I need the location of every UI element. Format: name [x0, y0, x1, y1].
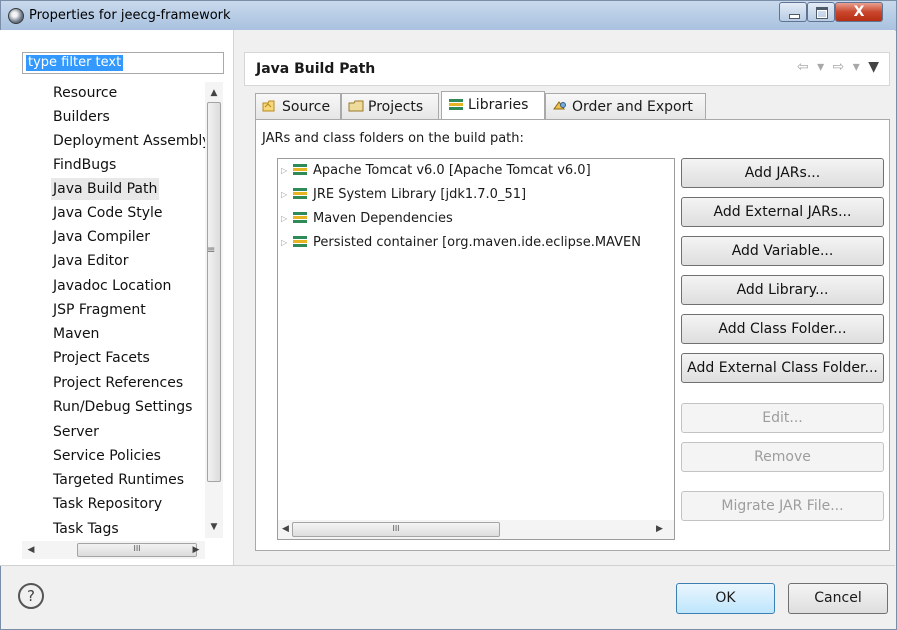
expand-arrow-icon[interactable]: ▷: [281, 232, 287, 254]
add-variable-button[interactable]: Add Variable...: [681, 236, 884, 266]
history-nav[interactable]: ⇦ ▾ ⇨ ▾ ▼: [797, 59, 881, 75]
expand-arrow-icon[interactable]: ▷: [281, 160, 287, 182]
close-icon: X: [853, 4, 865, 20]
add-class-folder-button[interactable]: Add Class Folder...: [681, 314, 884, 344]
add-external-class-folder-button[interactable]: Add External Class Folder...: [681, 353, 884, 383]
scroll-down-arrow-icon[interactable]: ▼: [205, 518, 223, 536]
edit-button[interactable]: Edit...: [681, 403, 884, 433]
tree-item-service-policies[interactable]: Service Policies: [53, 445, 161, 467]
page-header: Java Build Path ⇦ ▾ ⇨ ▾ ▼: [244, 52, 890, 86]
libraries-icon: [448, 93, 464, 110]
property-page-tree: Resource Builders Deployment Assembly Fi…: [22, 82, 205, 538]
forward-dropdown-icon[interactable]: ▾: [853, 59, 862, 75]
maximize-button[interactable]: [807, 2, 835, 22]
library-label: JRE System Library [jdk1.7.0_51]: [313, 187, 527, 202]
tree-item-findbugs[interactable]: FindBugs: [53, 154, 116, 176]
scroll-right-arrow-icon[interactable]: ▶: [656, 520, 663, 539]
add-external-jars-button[interactable]: Add External JARs...: [681, 197, 884, 227]
tree-item-java-editor[interactable]: Java Editor: [53, 250, 128, 272]
library-icon: [292, 185, 308, 199]
source-folder-icon: [262, 95, 278, 112]
tree-item-java-build-path[interactable]: Java Build Path: [51, 178, 160, 200]
library-entry[interactable]: ▷ Maven Dependencies: [281, 208, 453, 230]
tree-item-project-references[interactable]: Project References: [53, 372, 183, 394]
eclipse-app-icon: [8, 8, 24, 24]
add-library-button[interactable]: Add Library...: [681, 275, 884, 305]
tree-item-javadoc-location[interactable]: Javadoc Location: [53, 275, 171, 297]
library-entry[interactable]: ▷ Persisted container [org.maven.ide.ecl…: [281, 232, 641, 254]
tree-item-java-code-style[interactable]: Java Code Style: [53, 202, 162, 224]
tab-order-and-export[interactable]: Order and Export: [545, 93, 706, 119]
footer-divider: [0, 565, 895, 566]
view-menu-icon[interactable]: ▼: [868, 59, 881, 75]
minimize-button[interactable]: [779, 2, 807, 22]
scroll-grip-icon: ≡: [207, 245, 216, 256]
cancel-button[interactable]: Cancel: [788, 583, 888, 614]
scroll-left-arrow-icon[interactable]: ◀: [22, 541, 40, 559]
library-icon: [292, 209, 308, 223]
tree-item-server[interactable]: Server: [53, 421, 99, 443]
library-label: Maven Dependencies: [313, 211, 453, 226]
maximize-icon: [816, 7, 828, 19]
forward-arrow-icon[interactable]: ⇨: [833, 59, 847, 75]
library-icon: [292, 161, 308, 175]
tab-libraries-label: Libraries: [468, 97, 529, 113]
projects-icon: [348, 95, 364, 112]
minimize-icon: [789, 14, 800, 19]
hscroll-thumb[interactable]: III: [292, 522, 500, 537]
libraries-horizontal-scrollbar[interactable]: ◀ III ▶: [278, 520, 674, 539]
help-icon[interactable]: ?: [18, 583, 44, 609]
filter-input-text: type filter text: [26, 55, 124, 71]
tree-item-jsp-fragment[interactable]: JSP Fragment: [53, 299, 146, 321]
title-bar[interactable]: Properties for jeecg-framework X: [1, 1, 896, 31]
library-entry[interactable]: ▷ Apache Tomcat v6.0 [Apache Tomcat v6.0…: [281, 160, 591, 182]
tree-horizontal-scrollbar[interactable]: ◀ III ▶: [22, 541, 205, 559]
tree-item-run-debug-settings[interactable]: Run/Debug Settings: [53, 396, 192, 418]
tab-order-export-label: Order and Export: [572, 99, 693, 115]
library-label: Apache Tomcat v6.0 [Apache Tomcat v6.0]: [313, 163, 591, 178]
tree-item-java-compiler[interactable]: Java Compiler: [53, 226, 150, 248]
close-button[interactable]: X: [835, 2, 883, 22]
library-icon: [292, 233, 308, 247]
hscroll-thumb[interactable]: III: [77, 543, 197, 557]
expand-arrow-icon[interactable]: ▷: [281, 184, 287, 206]
back-arrow-icon[interactable]: ⇦: [797, 59, 811, 75]
remove-button[interactable]: Remove: [681, 442, 884, 472]
filter-input[interactable]: type filter text: [22, 52, 224, 74]
library-entry[interactable]: ▷ JRE System Library [jdk1.7.0_51]: [281, 184, 527, 206]
expand-arrow-icon[interactable]: ▷: [281, 208, 287, 230]
migrate-jar-button[interactable]: Migrate JAR File...: [681, 491, 884, 521]
tree-item-task-repository[interactable]: Task Repository: [53, 493, 162, 515]
ok-button[interactable]: OK: [676, 583, 775, 614]
tree-item-project-facets[interactable]: Project Facets: [53, 347, 150, 369]
tree-vertical-scrollbar[interactable]: ▲ ≡ ▼: [205, 82, 223, 538]
tree-item-resource[interactable]: Resource: [53, 82, 117, 104]
page-title: Java Build Path: [256, 61, 376, 77]
tab-projects[interactable]: Projects: [341, 93, 439, 119]
tree-item-targeted-runtimes[interactable]: Targeted Runtimes: [53, 469, 184, 491]
tree-item-deployment-assembly[interactable]: Deployment Assembly: [53, 130, 205, 152]
tab-libraries[interactable]: Libraries: [441, 91, 545, 119]
add-jars-button[interactable]: Add JARs...: [681, 158, 884, 188]
build-path-caption: JARs and class folders on the build path…: [262, 131, 524, 146]
tree-item-builders[interactable]: Builders: [53, 106, 110, 128]
scroll-left-arrow-icon[interactable]: ◀: [282, 520, 289, 539]
library-label: Persisted container [org.maven.ide.eclip…: [313, 235, 641, 250]
scroll-thumb[interactable]: [207, 102, 221, 482]
scroll-up-arrow-icon[interactable]: ▲: [205, 84, 223, 102]
order-export-icon: [552, 95, 568, 110]
back-dropdown-icon[interactable]: ▾: [817, 59, 826, 75]
tab-projects-label: Projects: [368, 99, 424, 115]
window-title: Properties for jeecg-framework: [29, 8, 231, 23]
tab-source-label: Source: [282, 99, 331, 115]
tree-item-task-tags[interactable]: Task Tags: [53, 518, 119, 538]
tree-item-maven[interactable]: Maven: [53, 323, 99, 345]
scroll-right-arrow-icon[interactable]: ▶: [187, 541, 205, 559]
tab-source[interactable]: Source: [255, 93, 341, 119]
